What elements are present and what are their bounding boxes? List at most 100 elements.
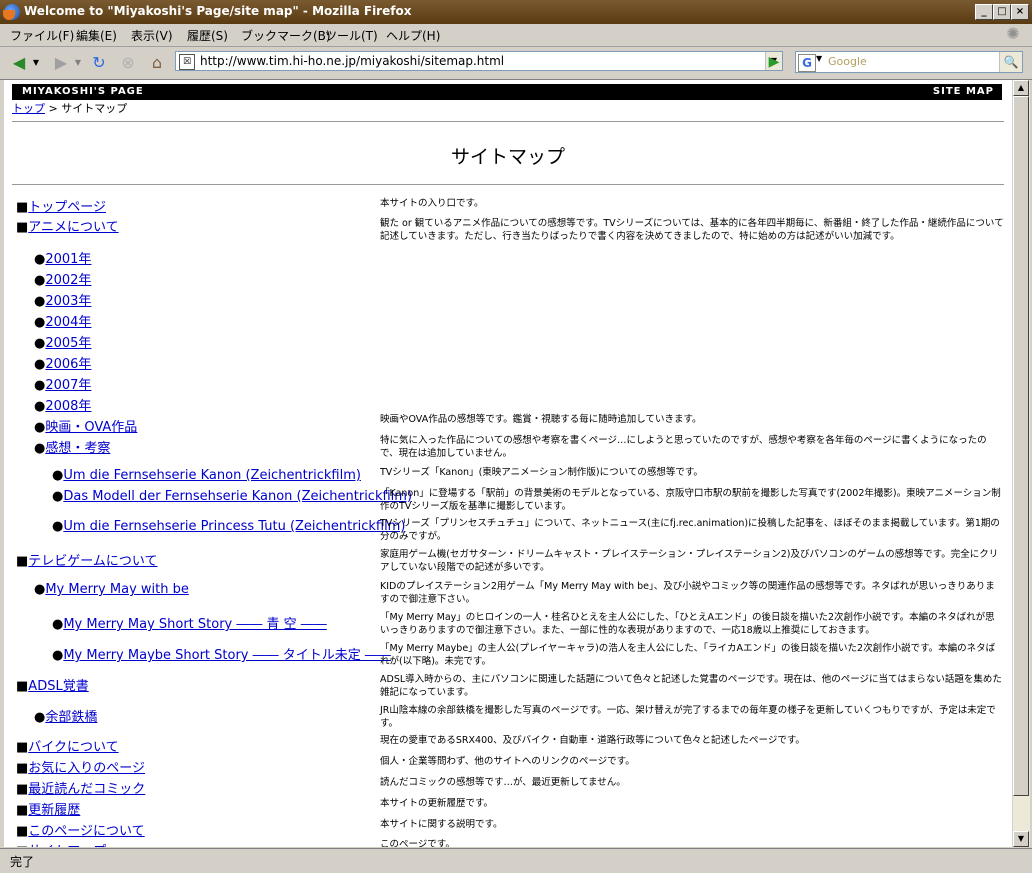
circle-bullet-icon: ●	[52, 617, 64, 632]
menu-edit[interactable]: 編集(E)	[76, 27, 117, 44]
sitemap-description: 本サイトの更新履歴です。	[380, 798, 494, 809]
circle-bullet-icon: ●	[34, 252, 46, 267]
maximize-button[interactable]: □	[993, 4, 1011, 20]
sitemap-link[interactable]: ADSL覚書	[28, 679, 88, 694]
home-icon[interactable]: ⌂	[146, 52, 168, 74]
menu-help[interactable]: ヘルプ(H)	[386, 27, 440, 44]
menu-tools[interactable]: ツール(T)	[325, 27, 378, 44]
window-title: Welcome to "Miyakoshi's Page/site map" -…	[24, 4, 412, 18]
breadcrumb-separator: >	[45, 102, 62, 115]
square-bullet-icon: ■	[16, 761, 29, 776]
sitemap-link[interactable]: トップページ	[28, 200, 106, 215]
sitemap-link[interactable]: Um die Fernsehserie Kanon (Zeichentrickf…	[63, 468, 361, 483]
sitemap-item: ●My Merry Maybe Short Story ―― タイトル未定 ――	[52, 644, 391, 663]
sitemap-description: 家庭用ゲーム機(セガサターン・ドリームキャスト・プレイステーション・プレイステー…	[380, 549, 999, 573]
search-input[interactable]: Google	[828, 55, 867, 68]
sitemap-link[interactable]: 2008年	[45, 399, 91, 414]
sitemap-item: ●2005年	[34, 332, 91, 351]
circle-bullet-icon: ●	[52, 648, 64, 663]
status-bar: 完了	[0, 848, 1032, 873]
sitemap-link[interactable]: 2006年	[45, 357, 91, 372]
sitemap-link[interactable]: 映画・OVA作品	[45, 420, 137, 435]
sitemap-description: TVシリーズ「Kanon」(東映アニメーション制作版)についての感想等です。	[380, 467, 703, 478]
square-bullet-icon: ■	[16, 679, 29, 694]
sitemap-description: 映画やOVA作品の感想等です。鑑賞・視聴する毎に随時追加していきます。	[380, 414, 702, 425]
sitemap-link[interactable]: お気に入りのページ	[28, 761, 145, 776]
sitemap-item: ●Das Modell der Fernsehserie Kanon (Zeic…	[52, 489, 412, 504]
circle-bullet-icon: ●	[34, 582, 46, 597]
url-bar[interactable]: ☒ http://www.tim.hi-ho.ne.jp/miyakoshi/s…	[175, 51, 783, 71]
menu-bookmarks[interactable]: ブックマーク(B)	[241, 27, 331, 44]
sitemap-link[interactable]: 2005年	[45, 336, 91, 351]
sitemap-description: 観た or 観ているアニメ作品についての感想等です。TVシリーズについては、基本…	[380, 218, 1004, 242]
circle-bullet-icon: ●	[52, 519, 64, 534]
site-name: MIYAKOSHI'S PAGE	[22, 86, 144, 97]
go-icon[interactable]: ▶	[765, 53, 783, 71]
sitemap-link[interactable]: My Merry May with be	[45, 582, 189, 597]
search-magnifier-icon[interactable]: 🔍	[999, 52, 1022, 72]
sitemap-link[interactable]: 2003年	[45, 294, 91, 309]
square-bullet-icon: ■	[16, 803, 29, 818]
sitemap-link[interactable]: My Merry May Short Story ―― 青 空 ――	[63, 617, 326, 632]
engine-dropdown-icon[interactable]: ▼	[816, 54, 822, 63]
circle-bullet-icon: ●	[34, 420, 46, 435]
menu-history[interactable]: 履歴(S)	[187, 27, 228, 44]
sitemap-description: TVシリーズ「プリンセスチュチュ」について、ネットニュース(主にfj.rec.a…	[380, 518, 1000, 542]
vertical-scrollbar[interactable]: ▲ ▼	[1012, 80, 1030, 847]
circle-bullet-icon: ●	[52, 489, 64, 504]
sitemap-link[interactable]: 感想・考察	[45, 441, 110, 456]
square-bullet-icon: ■	[16, 740, 29, 755]
sitemap-description: 「My Merry Maybe」の主人公(プレイヤーキャラ)の浩人を主人公にした…	[380, 643, 996, 667]
sitemap-link[interactable]: 2001年	[45, 252, 91, 267]
sitemap-description: 本サイトに関する説明です。	[380, 819, 503, 830]
sitemap-link[interactable]: バイクについて	[28, 740, 118, 755]
sitemap-link[interactable]: このページについて	[28, 824, 144, 839]
sitemap-item: ●2008年	[34, 395, 91, 414]
breadcrumb: トップ > サイトマップ	[12, 100, 127, 116]
breadcrumb-home-link[interactable]: トップ	[12, 102, 45, 115]
breadcrumb-current: サイトマップ	[61, 102, 128, 115]
reload-icon[interactable]: ↻	[88, 52, 110, 74]
minimize-button[interactable]: _	[975, 4, 993, 20]
sitemap-link[interactable]: 更新履歴	[28, 803, 80, 818]
circle-bullet-icon: ●	[34, 315, 46, 330]
sitemap-item: ■最近読んだコミック	[16, 778, 145, 797]
scroll-down-icon[interactable]: ▼	[1013, 831, 1029, 847]
search-box[interactable]: G ▼ Google 🔍	[795, 51, 1023, 73]
circle-bullet-icon: ●	[34, 357, 46, 372]
stop-icon[interactable]: ⊗	[117, 52, 139, 74]
url-text[interactable]: http://www.tim.hi-ho.ne.jp/miyakoshi/sit…	[200, 54, 504, 68]
sitemap-link[interactable]: テレビゲームについて	[28, 554, 157, 569]
scroll-up-icon[interactable]: ▲	[1013, 80, 1029, 96]
close-button[interactable]: ×	[1011, 4, 1029, 20]
sitemap-link[interactable]: Um die Fernsehserie Princess Tutu (Zeich…	[63, 519, 405, 534]
sitemap-link[interactable]: My Merry Maybe Short Story ―― タイトル未定 ――	[63, 648, 391, 663]
throbber-icon: ✺	[1006, 24, 1020, 43]
sitemap-link[interactable]: サイトマップ	[28, 844, 106, 847]
circle-bullet-icon: ●	[34, 710, 46, 725]
sitemap-link[interactable]: 2007年	[45, 378, 91, 393]
menu-file[interactable]: ファイル(F)	[10, 27, 74, 44]
back-icon[interactable]: ◀	[8, 52, 30, 74]
sitemap-item: ●2001年	[34, 248, 91, 267]
sitemap-link[interactable]: 2002年	[45, 273, 91, 288]
circle-bullet-icon: ●	[34, 273, 46, 288]
sitemap-link[interactable]: Das Modell der Fernsehserie Kanon (Zeich…	[63, 489, 412, 504]
sitemap-item: ●My Merry May Short Story ―― 青 空 ――	[52, 613, 327, 632]
circle-bullet-icon: ●	[34, 378, 46, 393]
sitemap-link[interactable]: 2004年	[45, 315, 91, 330]
menu-bar: ファイル(F) 編集(E) 表示(V) 履歴(S) ブックマーク(B) ツール(…	[0, 24, 1032, 47]
back-dropdown-icon[interactable]: ▼	[31, 52, 41, 74]
sitemap-item: ■このページについて	[16, 820, 145, 839]
sitemap-description: このページです。	[380, 839, 455, 847]
forward-dropdown-icon[interactable]: ▼	[73, 52, 83, 74]
sitemap-link[interactable]: 余部鉄橋	[45, 710, 97, 725]
sitemap-description: 現在の愛車であるSRX400、及びバイク・自動車・道路行政等について色々と記述し…	[380, 735, 805, 746]
sitemap-link[interactable]: アニメについて	[28, 220, 118, 235]
google-engine-icon[interactable]: G	[798, 54, 816, 72]
forward-icon[interactable]: ▶	[50, 52, 72, 74]
menu-view[interactable]: 表示(V)	[131, 27, 173, 44]
sitemap-link[interactable]: 最近読んだコミック	[28, 782, 145, 797]
scroll-thumb[interactable]	[1013, 96, 1029, 796]
site-header: MIYAKOSHI'S PAGE SITE MAP	[12, 84, 1002, 100]
